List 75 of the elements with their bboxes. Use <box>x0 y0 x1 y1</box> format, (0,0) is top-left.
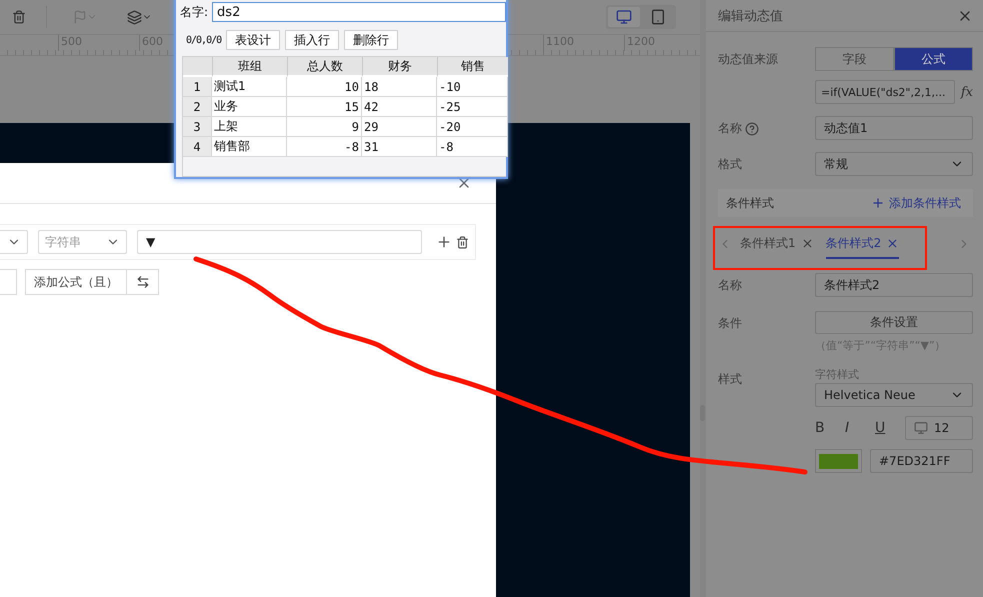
desktop-view-button[interactable] <box>608 7 640 27</box>
row-number: 2 <box>183 97 212 117</box>
source-option[interactable]: 字段 <box>815 47 894 71</box>
table-cell: -10 <box>437 77 508 97</box>
name-label: 名字: <box>180 4 208 20</box>
underline-button[interactable]: U <box>875 420 905 436</box>
table-cell: 上架 <box>212 117 287 137</box>
table-cell: 测试1 <box>212 77 287 97</box>
name-field[interactable]: ds2 <box>212 2 506 22</box>
font-size-field[interactable]: 12 <box>905 416 973 440</box>
add-icon[interactable] <box>436 234 452 250</box>
value-field[interactable]: ▼ <box>137 230 422 254</box>
section-title: 条件样式 <box>726 194 774 212</box>
field-label: 样式 <box>718 371 743 388</box>
style-name-field[interactable]: 条件样式2 <box>815 273 973 297</box>
font-style-label: 字符样式 <box>815 367 860 382</box>
table-cell: 销售部 <box>212 137 287 157</box>
font-select[interactable]: Helvetica Neue <box>815 383 973 407</box>
condition-settings-button[interactable]: 条件设置 <box>815 311 973 334</box>
source-option[interactable]: 公式 <box>894 47 973 71</box>
field-select[interactable] <box>0 230 28 254</box>
table-cell: 10 <box>287 77 362 97</box>
name-field[interactable]: 动态值1 <box>815 116 973 140</box>
layers-dropdown-icon[interactable] <box>127 10 152 24</box>
table-cell: 业务 <box>212 97 287 117</box>
row-number: 4 <box>183 137 212 157</box>
table-action-button[interactable]: 插入行 <box>285 30 340 50</box>
row-number: 3 <box>183 117 212 137</box>
field-label: 条件 <box>718 315 743 332</box>
delete-icon[interactable] <box>456 236 469 248</box>
table-cell: -20 <box>437 117 508 137</box>
table-action-button[interactable]: 删除行 <box>344 30 398 50</box>
add-condition-link[interactable]: 添加条件样式 <box>871 194 961 212</box>
table-cell: -25 <box>437 97 508 117</box>
style-tab[interactable]: 条件样式2 <box>826 229 900 259</box>
formula-field[interactable]: =if(VALUE("ds2",2,1,... <box>815 80 955 104</box>
table-cell: 15 <box>287 97 362 117</box>
column-header: 销售 <box>437 57 508 77</box>
field-label: 格式 <box>718 156 743 173</box>
monitor-icon <box>616 9 632 25</box>
table-cell: 29 <box>362 117 437 137</box>
panel-title: 编辑动态值 <box>718 8 783 24</box>
close-icon[interactable] <box>886 237 900 250</box>
column-header: 总人数 <box>287 57 362 77</box>
add-formula-button[interactable]: 添加公式（且） <box>25 269 127 295</box>
table-cell: 18 <box>362 77 437 97</box>
tablet-icon <box>650 9 666 25</box>
table-cell: 9 <box>287 117 362 137</box>
close-icon[interactable] <box>800 237 814 250</box>
column-header: 财务 <box>362 57 437 77</box>
format-select[interactable]: 常规 <box>815 152 973 176</box>
color-hex-field[interactable]: #7ED321FF <box>870 449 973 473</box>
field-label: 名称 <box>718 277 743 294</box>
field-label: 动态值来源 <box>718 51 779 68</box>
table-cell: -8 <box>287 137 362 157</box>
table-cell: 31 <box>362 137 437 157</box>
color-swatch[interactable] <box>815 449 862 473</box>
swap-button[interactable] <box>127 269 159 295</box>
plus-icon <box>871 196 885 210</box>
monitor-icon <box>914 421 928 435</box>
field-label: 名称 <box>718 120 742 137</box>
cell-position: 0/0,0/0 <box>186 34 222 46</box>
delete-icon[interactable] <box>12 10 26 24</box>
table-cell: -8 <box>437 137 508 157</box>
type-select[interactable]: 字符串 <box>38 230 127 254</box>
help-icon[interactable] <box>745 122 759 136</box>
column-header: 班组 <box>212 57 287 77</box>
swap-icon <box>136 275 150 289</box>
style-tab[interactable]: 条件样式1 <box>740 229 814 259</box>
table-action-button[interactable]: 表设计 <box>226 30 280 50</box>
table-cell: 42 <box>362 97 437 117</box>
italic-button[interactable]: I <box>845 420 875 436</box>
formula-button[interactable]: fx <box>960 84 973 100</box>
bold-button[interactable]: B <box>815 420 845 436</box>
row-number: 1 <box>183 77 212 97</box>
